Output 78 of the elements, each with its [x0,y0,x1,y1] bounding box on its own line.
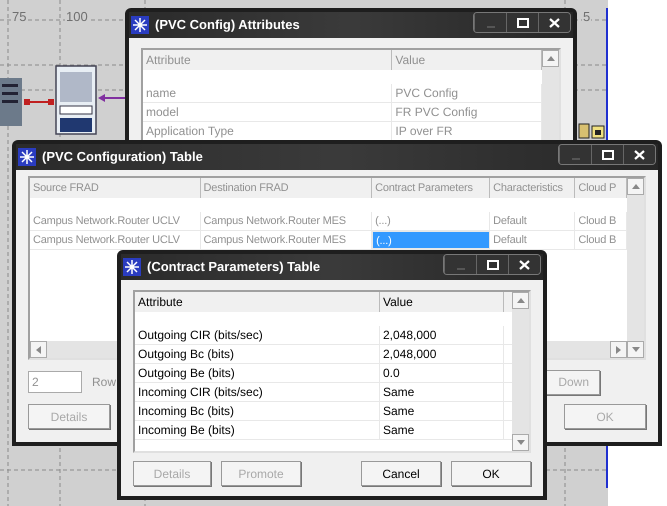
scrollbar[interactable] [542,50,559,142]
column-header[interactable]: Attribute [143,50,392,70]
close-button[interactable] [508,255,540,274]
right-arrow-icon [616,346,621,354]
close-icon [549,18,560,28]
link-line [98,94,125,102]
table-cell[interactable]: Same [380,402,504,420]
ruler-label: 100 [65,10,89,24]
scroll-right-button[interactable] [610,341,627,358]
table-cell[interactable]: name [143,84,392,102]
table-cell[interactable]: model [143,103,392,121]
window-title: (Contract Parameters) Table [147,258,320,276]
table-cell[interactable]: Campus Network.Router MES [200,212,372,230]
column-header[interactable]: Contract Parameters [372,178,490,198]
up-arrow-icon [632,184,640,189]
dialog-button[interactable]: OK [451,461,531,486]
minimize-icon [486,26,494,28]
maximize-button[interactable] [506,13,538,32]
device-icons[interactable] [578,122,606,140]
table-cell[interactable]: Outgoing CIR (bits/sec) [135,326,380,344]
ruler-label: 5 [582,10,592,24]
scrollbar[interactable] [627,178,644,358]
table-cell[interactable]: (...) [372,231,490,249]
maximize-icon [516,18,528,28]
ruler-label: 75 [11,10,28,24]
close-icon [634,150,645,160]
scroll-up-button[interactable] [627,178,644,195]
close-button[interactable] [623,145,655,164]
table-cell[interactable]: Same [380,421,504,439]
down-arrow-icon [516,440,524,445]
column-header[interactable]: Characteristics [490,178,576,198]
table-cell[interactable]: Incoming CIR (bits/sec) [135,383,380,401]
scroll-up-button[interactable] [542,50,559,67]
column-header[interactable]: Destination FRAD [200,178,372,198]
maximize-button[interactable] [476,255,508,274]
router-rack-icon[interactable] [55,65,97,135]
minimize-icon [456,268,464,270]
table-cell[interactable]: Default [490,212,576,230]
maximize-button[interactable] [591,145,623,164]
window-title: (PVC Configuration) Table [42,148,203,166]
table-cell[interactable]: 2,048,000 [380,345,504,363]
column-header[interactable]: Attribute [135,292,380,312]
column-header[interactable]: Value [380,292,504,312]
table-cell[interactable]: Outgoing Bc (bits) [135,345,380,363]
dialog-button[interactable]: Cancel [361,461,441,486]
table-cell[interactable]: (...) [372,212,490,230]
table-cell[interactable]: 2,048,000 [380,326,504,344]
minimize-icon [572,158,580,160]
app-icon [131,16,149,34]
scroll-up-button[interactable] [512,292,529,309]
table-cell[interactable]: Incoming Bc (bits) [135,402,380,420]
scroll-down-button[interactable] [512,434,529,451]
table-cell[interactable]: Outgoing Be (bits) [135,364,380,382]
maximize-icon [486,260,498,270]
table-cell[interactable]: Campus Network.Router UCLV [30,212,201,230]
scroll-down-button[interactable] [627,341,644,358]
table-cell[interactable]: Campus Network.Router UCLV [30,231,201,249]
table-cell[interactable]: Same [380,383,504,401]
up-arrow-icon [516,298,524,303]
link-line [24,99,54,105]
close-button[interactable] [538,13,570,32]
down-arrow-icon [632,347,640,352]
app-icon [18,148,36,166]
field-label: Row [92,374,116,391]
server-icon[interactable] [0,78,22,126]
maximize-icon [602,150,614,160]
column-header[interactable]: Source FRAD [30,178,201,198]
close-icon [519,260,530,270]
table-cell[interactable]: Default [490,231,576,249]
window-title: (PVC Config) Attributes [155,16,300,34]
scroll-left-button[interactable] [30,341,47,358]
up-arrow-icon [546,56,554,61]
table-cell[interactable]: 0.0 [380,364,504,382]
row-count-field[interactable]: 2 [28,371,82,393]
app-icon [123,258,141,276]
left-arrow-icon [36,346,41,354]
table-cell[interactable]: Incoming Be (bits) [135,421,380,439]
scrollbar[interactable] [512,292,529,451]
